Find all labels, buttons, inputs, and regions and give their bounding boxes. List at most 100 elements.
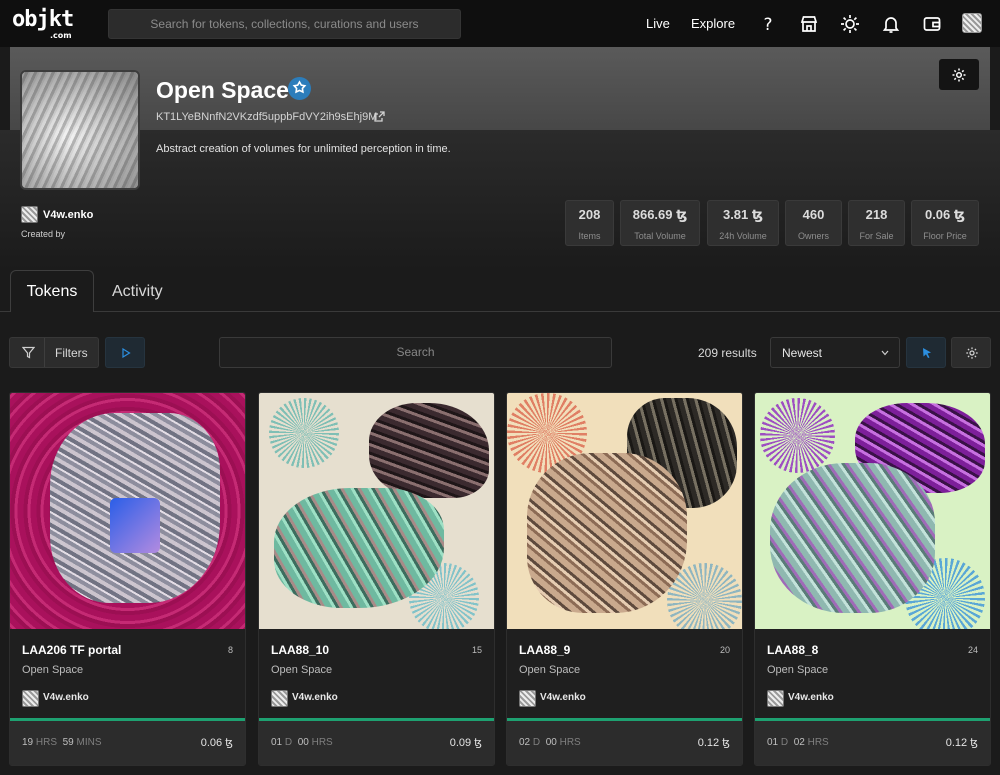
logo-suffix: .com <box>50 31 72 40</box>
stat-value: 208 <box>578 207 601 222</box>
play-icon <box>122 348 131 358</box>
token-card[interactable]: LAA88_10 15 Open Space V4w.enko 01 D 00 … <box>258 392 495 766</box>
token-creator[interactable]: V4w.enko <box>292 692 338 704</box>
token-footer: 19 HRS 59 MINS 0.06 ꜩ <box>10 721 245 765</box>
art-shape <box>770 463 935 613</box>
creator-avatar[interactable] <box>767 690 784 707</box>
external-link-icon[interactable] <box>373 110 386 123</box>
token-price[interactable]: 0.09 ꜩ <box>450 737 482 749</box>
gear-icon <box>952 68 966 82</box>
stat-owners: 460 Owners <box>785 200 842 246</box>
token-creator[interactable]: V4w.enko <box>788 692 834 704</box>
token-price[interactable]: 0.12 ꜩ <box>698 737 730 749</box>
art-shape <box>527 453 687 613</box>
tab-divider <box>0 311 1000 312</box>
stat-for-sale: 218 For Sale <box>848 200 905 246</box>
creator-avatar[interactable] <box>22 690 39 707</box>
token-collection[interactable]: Open Space <box>519 664 580 677</box>
creator-avatar[interactable] <box>271 690 288 707</box>
stat-items: 208 Items <box>565 200 614 246</box>
filters-separator <box>44 338 45 367</box>
autoplay-button[interactable] <box>105 337 145 368</box>
sort-select[interactable]: Newest <box>770 337 900 368</box>
collection-title: Open Space <box>156 77 289 103</box>
objkt-logo[interactable]: objkt .com <box>12 7 78 40</box>
filter-icon <box>22 346 35 359</box>
logo-text: objkt <box>12 7 74 32</box>
chevron-down-icon <box>881 350 889 356</box>
token-creator[interactable]: V4w.enko <box>540 692 586 704</box>
token-creator[interactable]: V4w.enko <box>43 692 89 704</box>
store-icon[interactable] <box>798 13 820 35</box>
token-artwork[interactable] <box>507 393 742 629</box>
token-card[interactable]: LAA88_8 24 Open Space V4w.enko 01 D 02 H… <box>754 392 991 766</box>
filters-label: Filters <box>55 346 88 360</box>
token-price[interactable]: 0.06 ꜩ <box>201 737 233 749</box>
svg-text:?: ? <box>763 15 772 35</box>
stat-value: 0.06 ꜩ <box>924 207 966 222</box>
token-editions: 15 <box>471 645 482 655</box>
quick-buy-toggle-button[interactable] <box>906 337 946 368</box>
token-editions: 20 <box>719 645 730 655</box>
token-name[interactable]: LAA88_10 <box>271 643 329 657</box>
cursor-icon <box>923 348 931 358</box>
collection-settings-button[interactable] <box>939 59 979 90</box>
stat-value: 218 <box>865 207 888 222</box>
token-artwork[interactable] <box>755 393 990 629</box>
verified-badge-icon <box>288 77 311 100</box>
filters-button[interactable]: Filters <box>9 337 99 368</box>
token-artwork[interactable] <box>259 393 494 629</box>
art-shape <box>369 403 489 498</box>
wallet-icon[interactable] <box>921 13 943 35</box>
stat-label: Owners <box>797 231 829 241</box>
time-remaining: 01 D 00 HRS <box>271 737 333 748</box>
time-remaining: 01 D 02 HRS <box>767 737 829 748</box>
token-collection[interactable]: Open Space <box>271 664 332 677</box>
token-name[interactable]: LAA206 TF portal <box>22 643 121 657</box>
tab-tokens[interactable]: Tokens <box>10 270 94 312</box>
token-card[interactable]: LAA206 TF portal 8 Open Space V4w.enko 1… <box>9 392 246 766</box>
creator-name[interactable]: V4w.enko <box>43 208 93 222</box>
token-name[interactable]: LAA88_8 <box>767 643 818 657</box>
user-avatar[interactable] <box>962 13 984 35</box>
token-footer: 01 D 02 HRS 0.12 ꜩ <box>755 721 990 765</box>
art-shape <box>110 498 160 553</box>
token-footer: 02 D 00 HRS 0.12 ꜩ <box>507 721 742 765</box>
created-by-label: Created by <box>21 229 66 239</box>
stat-value: 460 <box>802 207 825 222</box>
results-count: 209 results <box>698 346 757 360</box>
stat-label: 24h Volume <box>719 231 767 241</box>
collection-description: Abstract creation of volumes for unlimit… <box>156 143 451 155</box>
token-editions: 24 <box>967 645 978 655</box>
token-editions: 8 <box>227 645 233 655</box>
global-search-input[interactable]: Search for tokens, collections, curation… <box>108 9 461 39</box>
token-footer: 01 D 00 HRS 0.09 ꜩ <box>259 721 494 765</box>
help-icon[interactable]: ? <box>757 13 779 35</box>
stat-label: Items <box>578 231 601 241</box>
stat-label: Floor Price <box>923 231 967 241</box>
stat-value: 866.69 ꜩ <box>632 207 688 222</box>
stat-total-volume: 866.69 ꜩ Total Volume <box>620 200 700 246</box>
token-card[interactable]: LAA88_9 20 Open Space V4w.enko 02 D 00 H… <box>506 392 743 766</box>
art-shape <box>760 398 835 473</box>
collection-avatar <box>20 70 140 190</box>
nav-link-explore[interactable]: Explore <box>691 16 735 32</box>
token-artwork[interactable] <box>10 393 245 629</box>
token-collection[interactable]: Open Space <box>22 664 83 677</box>
token-search-input[interactable]: Search <box>219 337 612 368</box>
nav-link-live[interactable]: Live <box>646 16 670 32</box>
time-remaining: 19 HRS 59 MINS <box>22 737 102 748</box>
bell-icon[interactable] <box>880 13 902 35</box>
creator-avatar[interactable] <box>21 206 38 223</box>
tab-activity[interactable]: Activity <box>112 282 163 302</box>
token-name[interactable]: LAA88_9 <box>519 643 570 657</box>
token-price[interactable]: 0.12 ꜩ <box>946 737 978 749</box>
display-settings-button[interactable] <box>951 337 991 368</box>
token-collection[interactable]: Open Space <box>767 664 828 677</box>
stat-label: Total Volume <box>634 231 686 241</box>
time-remaining: 02 D 00 HRS <box>519 737 581 748</box>
theme-icon[interactable] <box>839 13 861 35</box>
art-shape <box>269 398 339 468</box>
contract-address[interactable]: KT1LYeBNnfN2VKzdf5uppbFdVY2ih9sEhj9M <box>156 110 377 124</box>
creator-avatar[interactable] <box>519 690 536 707</box>
